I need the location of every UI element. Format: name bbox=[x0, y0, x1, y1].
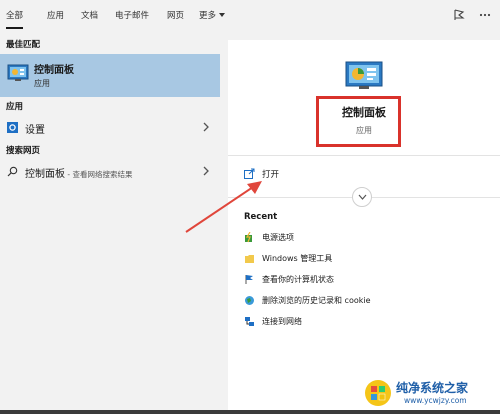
chevron-right-icon[interactable] bbox=[202, 121, 210, 133]
preview-pane: 控制面板 应用 打开 Recent 电源选项 Windows 管理工具 查看你的… bbox=[228, 40, 500, 414]
chevron-right-icon[interactable] bbox=[202, 165, 210, 177]
control-panel-icon bbox=[345, 61, 383, 89]
folder-icon bbox=[245, 255, 254, 263]
watermark: 纯净系统之家 www.ycwjzy.com bbox=[362, 376, 498, 412]
recent-item-label: 删除浏览的历史记录和 cookie bbox=[262, 296, 371, 305]
network-icon bbox=[245, 317, 254, 326]
open-icon bbox=[244, 168, 255, 179]
best-match-item[interactable]: 控制面板 应用 bbox=[0, 54, 220, 97]
results-list: 最佳匹配 控制面板 应用 应用 设置 搜索网页 控制面板 - 查看网络搜索结果 bbox=[0, 32, 220, 414]
web-search-label: 控制面板 - 查看网络搜索结果 bbox=[25, 165, 132, 180]
control-panel-icon bbox=[7, 64, 29, 81]
tab-email[interactable]: 电子邮件 bbox=[115, 0, 149, 32]
chevron-down-icon bbox=[219, 12, 226, 17]
web-search-query: 控制面板 bbox=[25, 169, 65, 180]
tab-all[interactable]: 全部 bbox=[6, 0, 24, 32]
web-search-item[interactable]: 控制面板 - 查看网络搜索结果 bbox=[0, 161, 220, 183]
more-options-icon[interactable] bbox=[478, 8, 492, 22]
open-label: 打开 bbox=[262, 170, 280, 180]
app-subtitle: 应用 bbox=[356, 126, 372, 135]
flag-icon bbox=[245, 275, 253, 284]
search-filter-tabs: 全部 应用 文档 电子邮件 网页 更多 bbox=[0, 0, 500, 32]
tab-documents[interactable]: 文档 bbox=[81, 0, 98, 32]
gear-icon bbox=[7, 122, 18, 133]
tab-more[interactable]: 更多 bbox=[199, 0, 226, 32]
divider bbox=[228, 155, 500, 156]
tab-apps[interactable]: 应用 bbox=[47, 0, 64, 32]
watermark-title: 纯净系统之家 bbox=[396, 381, 469, 395]
search-web-heading: 搜索网页 bbox=[6, 146, 41, 156]
best-match-title: 控制面板 bbox=[34, 65, 74, 76]
feedback-icon[interactable] bbox=[452, 8, 466, 22]
tab-web[interactable]: 网页 bbox=[167, 0, 184, 32]
recent-item-label: Windows 管理工具 bbox=[262, 254, 333, 263]
web-search-hint: - 查看网络搜索结果 bbox=[65, 170, 133, 179]
chevron-down-icon bbox=[358, 194, 367, 200]
best-match-subtitle: 应用 bbox=[34, 79, 50, 88]
recent-item-label: 电源选项 bbox=[262, 233, 294, 242]
settings-item[interactable]: 设置 bbox=[0, 117, 220, 139]
recent-item-label: 连接到网络 bbox=[262, 317, 302, 326]
expand-button[interactable] bbox=[352, 187, 372, 207]
recent-heading: Recent bbox=[244, 212, 278, 222]
taskbar-edge bbox=[0, 410, 500, 414]
settings-label: 设置 bbox=[25, 125, 45, 136]
windows-logo-icon bbox=[365, 380, 391, 406]
tab-more-label: 更多 bbox=[199, 11, 217, 21]
globe-icon bbox=[245, 296, 254, 305]
search-icon bbox=[7, 166, 18, 177]
recent-item-label: 查看你的计算机状态 bbox=[262, 275, 334, 284]
apps-heading: 应用 bbox=[6, 102, 24, 112]
app-title: 控制面板 bbox=[342, 106, 386, 119]
watermark-url: www.ycwjzy.com bbox=[404, 396, 467, 405]
power-options-icon bbox=[245, 232, 252, 243]
best-match-heading: 最佳匹配 bbox=[6, 40, 41, 50]
